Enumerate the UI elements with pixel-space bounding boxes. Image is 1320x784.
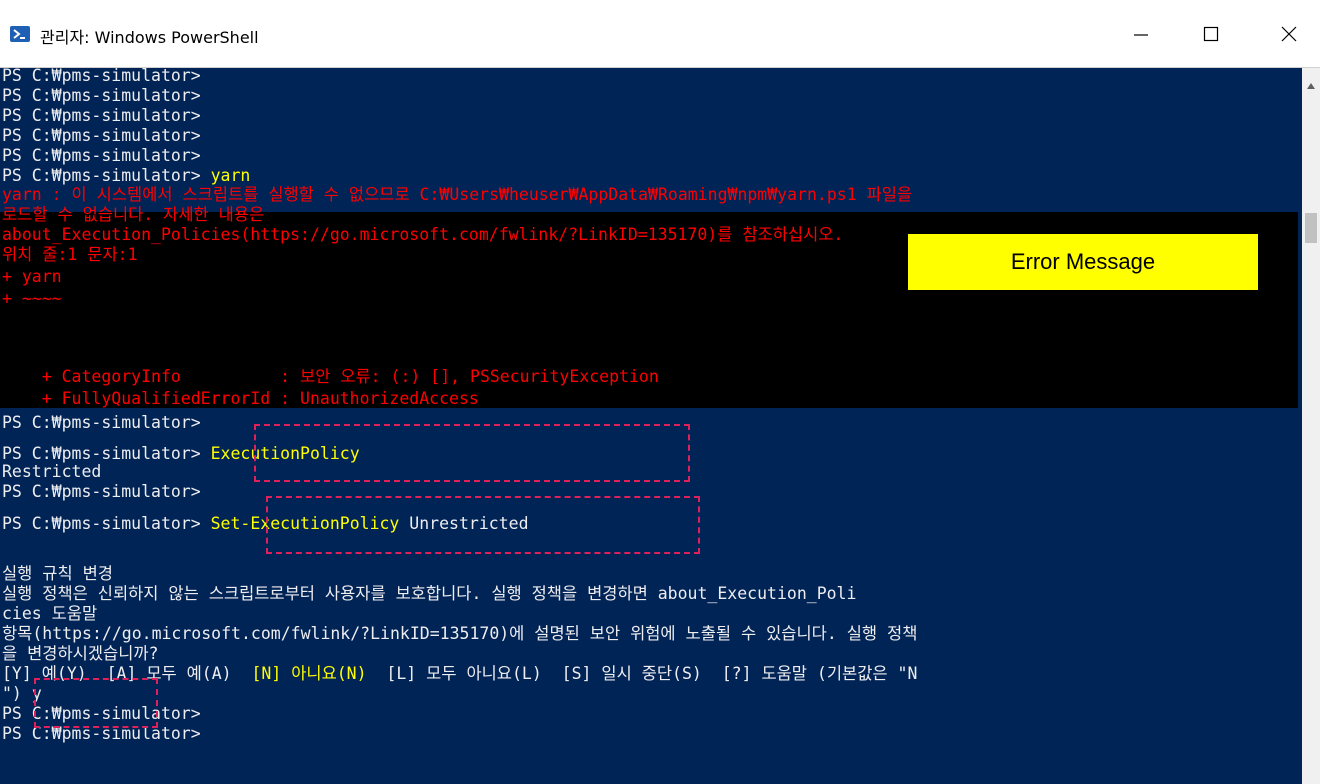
prompt-line: PS C:₩pms-simulator> xyxy=(2,413,201,432)
scroll-up-icon[interactable] xyxy=(1307,74,1315,93)
highlight-box-answer xyxy=(34,678,158,728)
powershell-icon xyxy=(10,26,30,42)
prompt-line: PS C:₩pms-simulator> xyxy=(2,482,201,501)
prompt: PS C:₩pms-simulator> xyxy=(2,514,211,533)
choice-options-rest: [L] 모두 아니요(L) [S] 일시 중단(S) [?] 도움말 (기본값은… xyxy=(366,664,918,683)
close-icon xyxy=(1281,26,1297,42)
error-line: 위치 줄:1 문자:1 xyxy=(2,245,138,264)
vertical-scrollbar[interactable] xyxy=(1302,68,1320,784)
minimize-button[interactable] xyxy=(1110,0,1172,68)
prompt: PS C:₩pms-simulator> xyxy=(2,444,211,463)
confirm-line: 실행 정책은 신뢰하지 않는 스크립트로부터 사용자를 보호합니다. 실행 정책… xyxy=(2,584,857,603)
scroll-thumb[interactable] xyxy=(1305,213,1317,243)
error-line: + ~~~~ xyxy=(2,289,62,308)
error-line: + CategoryInfo : 보안 오류: (:) [], PSSecuri… xyxy=(2,367,659,386)
error-line: + yarn xyxy=(2,267,62,286)
confirm-line: 실행 규칙 변경 xyxy=(2,564,113,583)
highlight-box-set-policy xyxy=(266,496,700,554)
error-line: + FullyQualifiedErrorId : UnauthorizedAc… xyxy=(2,389,479,408)
maximize-button[interactable] xyxy=(1180,0,1242,68)
choice-default: [N] 아니요(N) xyxy=(251,664,367,683)
error-line: yarn : 이 시스템에서 스크립트를 실행할 수 없으므로 C:₩Users… xyxy=(2,185,913,204)
highlight-box-get-policy xyxy=(254,424,690,482)
confirm-line: cies 도움말 xyxy=(2,604,98,623)
error-line: 로드할 수 없습니다. 자세한 내용은 xyxy=(2,205,265,224)
confirm-line: 항목(https://go.microsoft.com/fwlink/?Link… xyxy=(2,624,918,643)
title-bar[interactable]: 관리자: Windows PowerShell xyxy=(0,0,1320,68)
maximize-icon xyxy=(1203,26,1219,42)
error-line: about_Execution_Policies(https://go.micr… xyxy=(2,225,844,244)
confirm-line: 을 변경하시겠습니까? xyxy=(2,644,159,663)
minimize-icon xyxy=(1133,26,1149,42)
policy-result: Restricted xyxy=(2,462,102,481)
error-message-label: Error Message xyxy=(908,234,1258,290)
answer-prefix: ") xyxy=(2,684,32,703)
window-title: 관리자: Windows PowerShell xyxy=(40,28,259,47)
close-button[interactable] xyxy=(1258,0,1320,68)
